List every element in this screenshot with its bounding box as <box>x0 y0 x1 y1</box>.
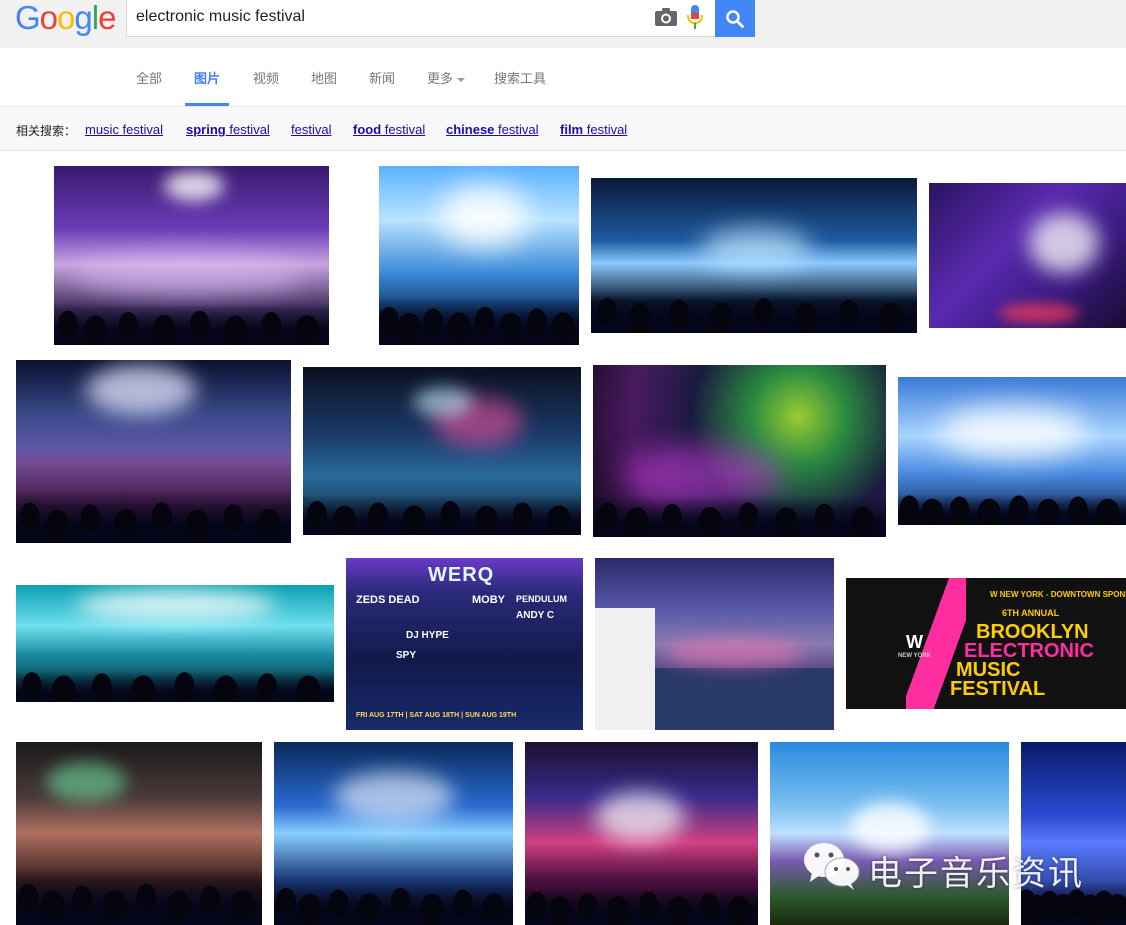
poster-act: ANDY C <box>516 610 555 621</box>
wechat-watermark: 电子音乐资讯 <box>802 838 1102 898</box>
related-searches-bar: 相关搜索： music festival spring festival fes… <box>0 107 1126 151</box>
related-link-text: festival <box>225 122 270 137</box>
image-result[interactable] <box>929 183 1126 328</box>
image-result[interactable] <box>379 166 579 345</box>
wechat-icon <box>804 843 860 890</box>
tab-videos[interactable]: 视频 <box>253 68 279 87</box>
related-link-bold: chinese <box>446 122 495 137</box>
image-result[interactable] <box>274 742 513 925</box>
tab-all[interactable]: 全部 <box>136 68 162 87</box>
image-result[interactable] <box>303 367 581 535</box>
logo-letter: o <box>57 0 75 36</box>
microphone-icon[interactable] <box>687 5 703 29</box>
related-link[interactable]: music festival <box>85 122 163 137</box>
image-result[interactable] <box>16 742 262 925</box>
related-link-bold: food <box>353 122 382 137</box>
related-link[interactable]: festival <box>291 122 331 137</box>
search-button[interactable] <box>715 0 755 37</box>
poster-line: MUSIC <box>956 659 1021 681</box>
related-link[interactable]: food festival <box>353 122 425 137</box>
image-result[interactable]: WERQ ZEDS DEAD MOBY ANDY C DJ HYPE PENDU… <box>346 558 583 730</box>
search-icon <box>726 9 744 28</box>
poster-banner: W NEW YORK - DOWNTOWN SPONS <box>990 590 1126 599</box>
tab-more-label: 更多 <box>427 71 454 86</box>
w-hotel-logo: W <box>906 632 923 652</box>
poster-act: ZEDS DEAD <box>356 594 420 606</box>
poster-act: PENDULUM <box>516 594 567 604</box>
image-result[interactable] <box>16 360 291 543</box>
image-result[interactable] <box>593 365 886 537</box>
related-link[interactable]: film festival <box>560 122 627 137</box>
image-result[interactable] <box>525 742 758 925</box>
tab-more[interactable]: 更多 <box>427 68 466 87</box>
related-link-bold: spring <box>186 122 226 137</box>
poster-act: MOBY <box>472 594 505 606</box>
poster-line: BROOKLYN <box>976 621 1089 643</box>
image-result[interactable] <box>595 558 834 730</box>
image-result[interactable]: W NEW YORK - DOWNTOWN SPONS 6TH ANNUAL B… <box>846 578 1126 709</box>
related-link[interactable]: chinese festival <box>446 122 539 137</box>
image-result[interactable] <box>16 585 334 702</box>
related-link-text: festival <box>583 122 628 137</box>
tab-news[interactable]: 新闻 <box>369 68 395 87</box>
related-link-text: festival <box>494 122 539 137</box>
tab-images[interactable]: 图片 <box>194 68 220 87</box>
camera-icon[interactable] <box>655 8 677 26</box>
related-link-text: festival <box>381 122 426 137</box>
related-link-bold: film <box>560 122 584 137</box>
related-link[interactable]: spring festival <box>186 122 270 137</box>
poster-title: WERQ <box>428 564 495 586</box>
chevron-down-icon <box>457 77 466 82</box>
tab-search-tools[interactable]: 搜索工具 <box>494 68 546 87</box>
poster-act: DJ HYPE <box>406 630 449 641</box>
related-searches-label: 相关搜索： <box>16 124 77 138</box>
google-logo[interactable]: Google <box>15 0 116 36</box>
image-result[interactable] <box>591 178 917 333</box>
logo-letter: G <box>15 0 41 36</box>
search-input[interactable] <box>136 0 636 34</box>
search-box <box>126 0 716 37</box>
poster-line: FESTIVAL <box>950 678 1046 700</box>
related-link-text: festival <box>291 122 332 137</box>
logo-letter: g <box>74 0 92 36</box>
active-tab-indicator <box>185 103 229 106</box>
logo-letter: e <box>98 0 116 36</box>
w-hotel-subtitle: NEW YORK <box>898 653 931 659</box>
tab-maps[interactable]: 地图 <box>311 68 337 87</box>
image-result[interactable] <box>54 166 329 345</box>
search-tabs: 全部 图片 视频 地图 新闻 更多 搜索工具 <box>0 48 1126 107</box>
google-image-search-page: Google 全部 图片 视 <box>0 0 1126 925</box>
poster-dates: FRI AUG 17TH | SAT AUG 18TH | SUN AUG 19… <box>356 712 517 719</box>
poster-subtitle: 6TH ANNUAL <box>1002 608 1060 618</box>
image-result[interactable] <box>898 377 1126 525</box>
poster-act: SPY <box>396 650 417 661</box>
logo-letter: o <box>39 0 58 36</box>
related-link-text: music festival <box>85 122 164 137</box>
header-bar: Google <box>0 0 1126 48</box>
poster-line: ELECTRONIC <box>964 640 1094 662</box>
watermark-text: 电子音乐资讯 <box>868 854 1084 894</box>
